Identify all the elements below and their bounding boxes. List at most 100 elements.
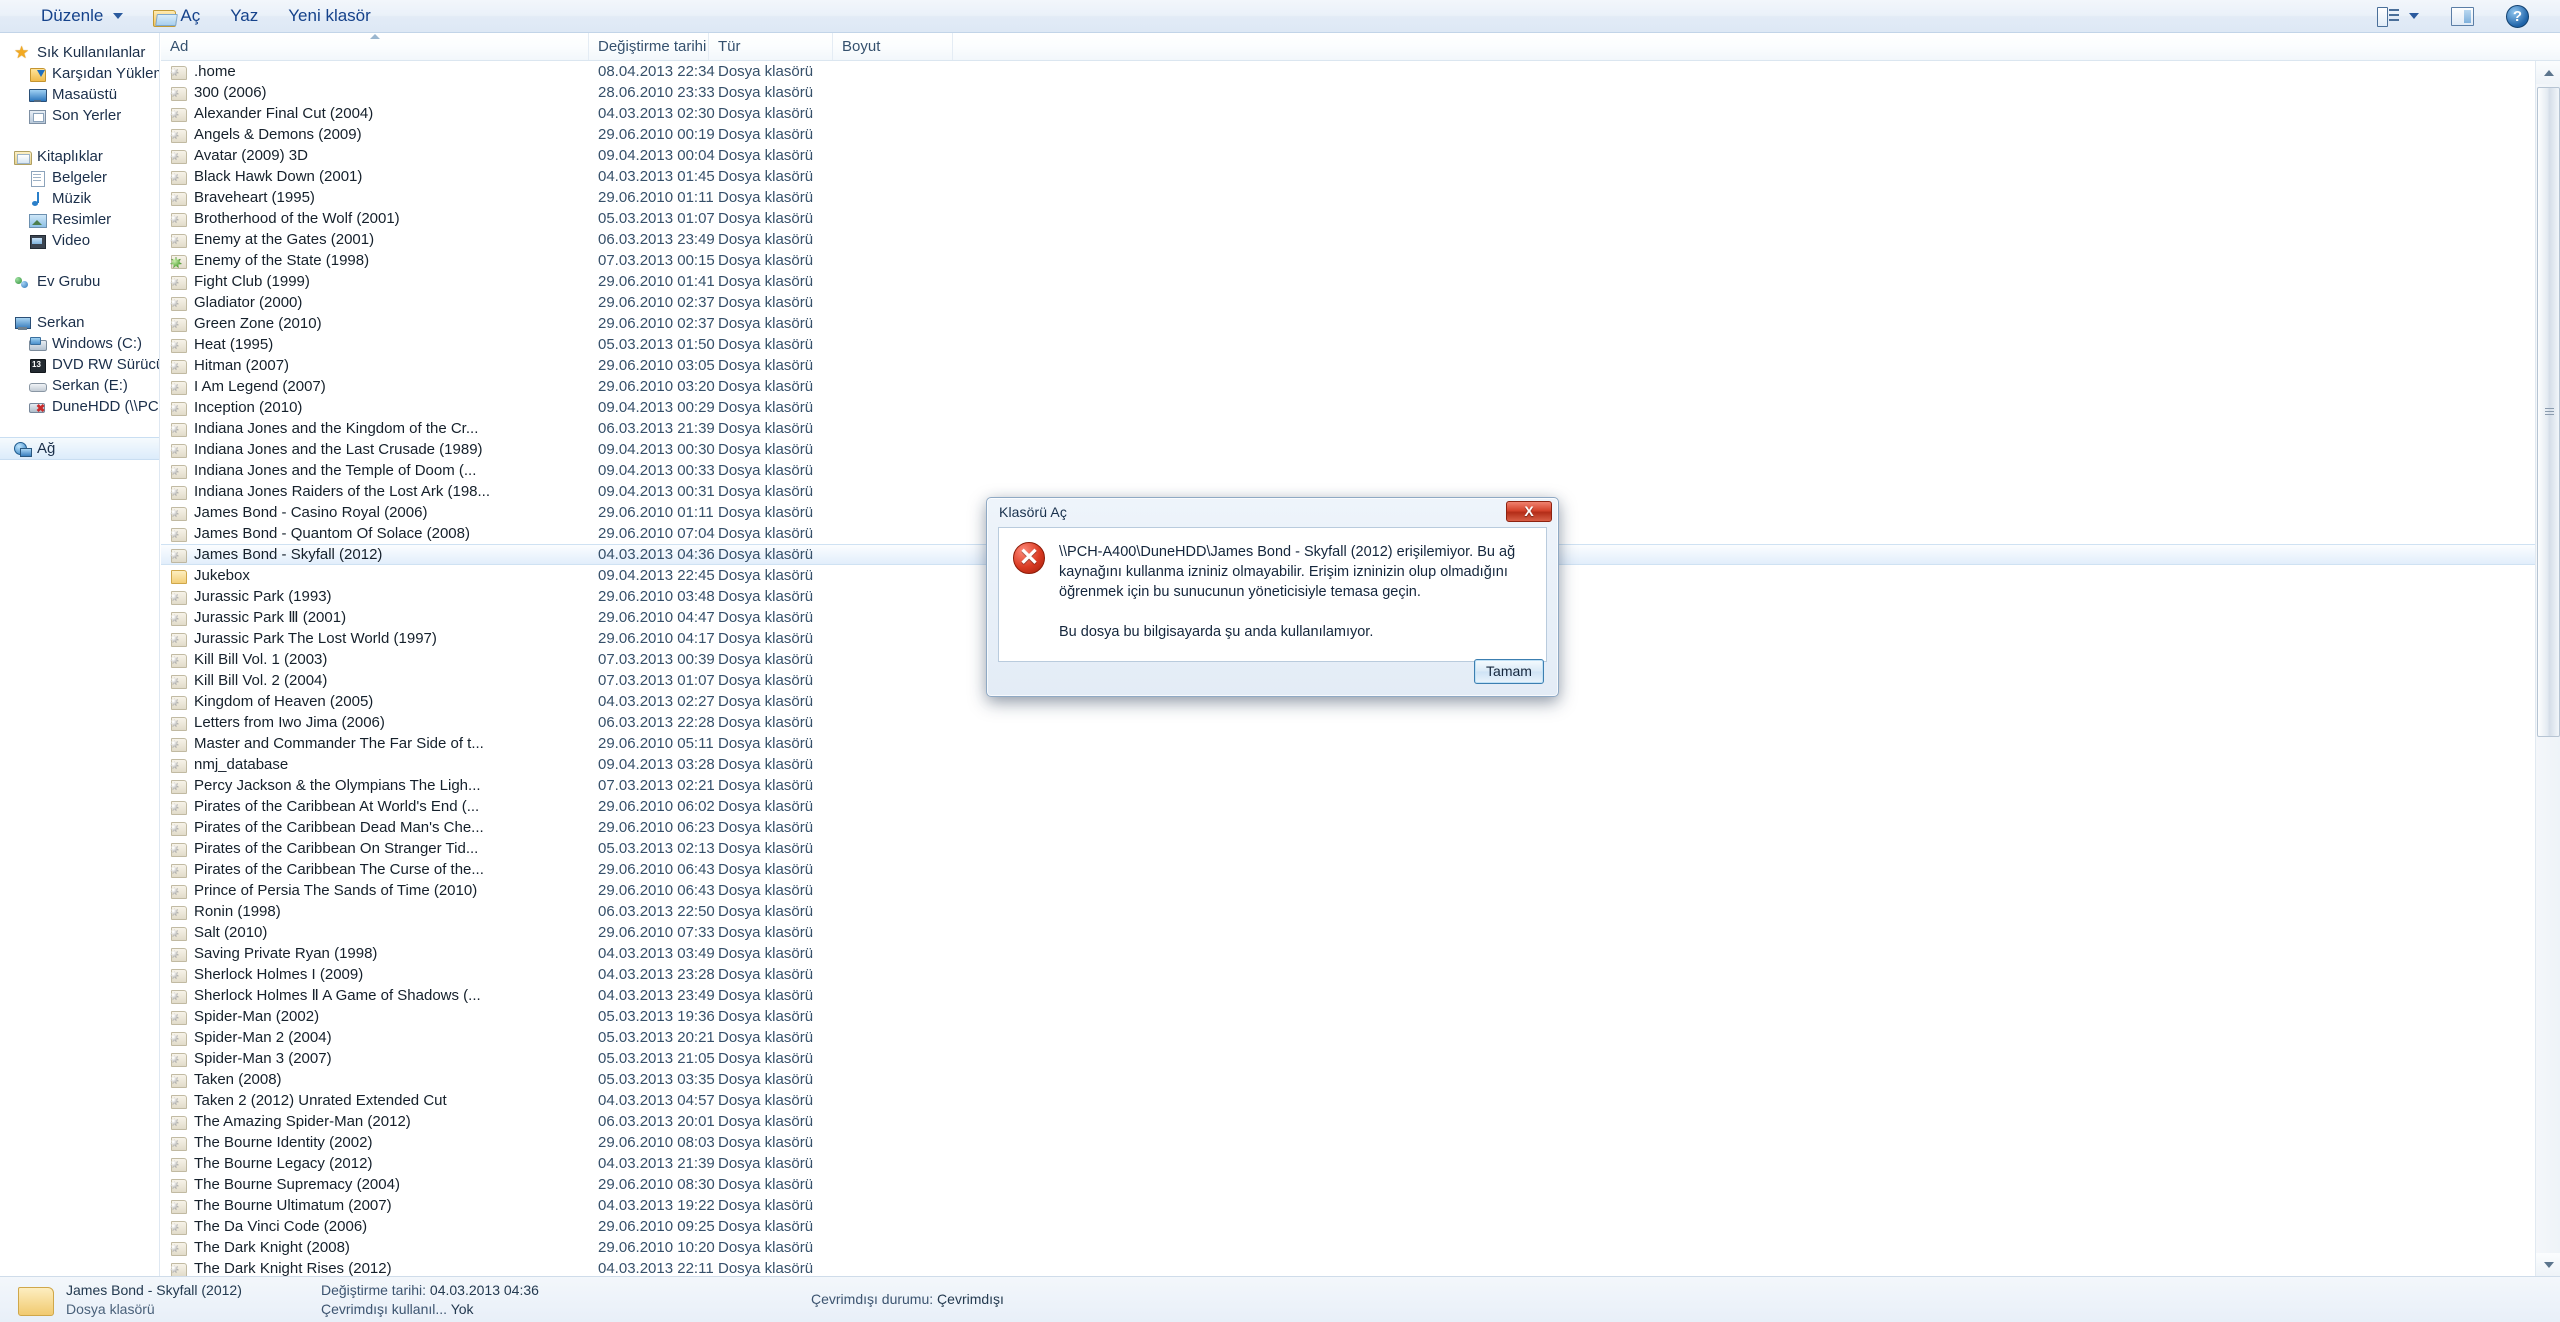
sidebar-item-masa-st-[interactable]: Masaüstü	[0, 84, 159, 105]
table-row[interactable]: I Am Legend (2007) 29.06.2010 03:20 Dosya …	[161, 376, 2560, 397]
open-button[interactable]: Aç	[140, 3, 213, 29]
sidebar-item-resimler[interactable]: Resimler	[0, 209, 159, 230]
table-row[interactable]: Letters from Iwo Jima (2006) 06.03.2013 2…	[161, 712, 2560, 733]
help-button[interactable]: ?	[2493, 3, 2542, 29]
dialog-body: ✕ \\PCH-A400\DuneHDD\James Bond - Skyfal…	[998, 527, 1547, 662]
preview-pane-button[interactable]	[2438, 3, 2487, 29]
table-row[interactable]: Master and Commander The Far Side of t..…	[161, 733, 2560, 754]
table-row[interactable]: The Da Vinci Code (2006) 29.06.2010 09:25…	[161, 1216, 2560, 1237]
table-row[interactable]: Inception (2010) 09.04.2013 00:29 Dosya kl…	[161, 397, 2560, 418]
sidebar-item-m-zik[interactable]: Müzik	[0, 188, 159, 209]
file-type-cell: Dosya klasörü	[718, 840, 814, 857]
sidebar-item-kar-dan-y-klemeler[interactable]: Karşıdan Yüklemeler	[0, 63, 159, 84]
table-row[interactable]: Sherlock Holmes I (2009) 04.03.2013 23:28…	[161, 964, 2560, 985]
table-row[interactable]: Indiana Jones and the Kingdom of the Cr.…	[161, 418, 2560, 439]
shared-folder-icon	[170, 547, 187, 563]
column-header-ad[interactable]: Ad	[161, 33, 589, 60]
sidebar-item-video[interactable]: Video	[0, 230, 159, 251]
table-row[interactable]: The Bourne Supremacy (2004) 29.06.2010 08…	[161, 1174, 2560, 1195]
table-row[interactable]: The Amazing Spider-Man (2012) 06.03.2013 …	[161, 1111, 2560, 1132]
column-header-t-r[interactable]: Tür	[709, 33, 833, 60]
table-row[interactable]: Indiana Jones and the Last Crusade (1989…	[161, 439, 2560, 460]
table-row[interactable]: Braveheart (1995) 29.06.2010 01:11 Dosya k…	[161, 187, 2560, 208]
file-name-cell: Hitman (2007)	[170, 355, 289, 376]
sidebar-item-belgeler[interactable]: Belgeler	[0, 167, 159, 188]
shared-folder-icon	[170, 526, 187, 542]
file-type-cell: Dosya klasörü	[718, 378, 814, 395]
table-row[interactable]: Taken 2 (2012) Unrated Extended Cut 04.03…	[161, 1090, 2560, 1111]
shared-folder-icon	[170, 274, 187, 290]
sidebar-item-dunehdd-pch-a[interactable]: DuneHDD (\\PCH-A	[0, 396, 159, 417]
sidebar-item-s-k-kullan-lanlar[interactable]: ★ Sık Kullanılanlar	[0, 42, 159, 63]
scroll-up-button[interactable]	[2536, 61, 2560, 84]
table-row[interactable]: Angels & Demons (2009) 29.06.2010 00:19 Do…	[161, 124, 2560, 145]
table-row[interactable]: Percy Jackson & the Olympians The Ligh..…	[161, 775, 2560, 796]
file-date-cell: 05.03.2013 02:13	[598, 840, 715, 857]
sidebar-item-serkan-e-[interactable]: Serkan (E:)	[0, 375, 159, 396]
table-row[interactable]: The Dark Knight Rises (2012) 04.03.2013 2…	[161, 1258, 2560, 1276]
table-row[interactable]: Indiana Jones and the Temple of Doom (..…	[161, 460, 2560, 481]
file-name-cell: Angels & Demons (2009)	[170, 124, 362, 145]
table-row[interactable]: The Bourne Identity (2002) 29.06.2010 08:…	[161, 1132, 2560, 1153]
file-name-label: The Bourne Ultimatum (2007)	[194, 1197, 392, 1214]
sidebar-item-label: Müzik	[52, 190, 92, 207]
navigation-pane[interactable]: ★ Sık Kullanılanlar Karşıdan Yüklemeler Mas…	[0, 33, 160, 1276]
table-row[interactable]: Spider-Man 3 (2007) 05.03.2013 21:05 Dosya…	[161, 1048, 2560, 1069]
table-row[interactable]: Sherlock Holmes Ⅱ A Game of Shadows (...…	[161, 985, 2560, 1006]
file-type-cell: Dosya klasörü	[718, 210, 814, 227]
column-header-boyut[interactable]: Boyut	[833, 33, 953, 60]
sidebar-item-dvd-rw-s-r-c-s-d[interactable]: DVD RW Sürücüsü (D	[0, 354, 159, 375]
table-row[interactable]: Pirates of the Caribbean Dead Man's Che.…	[161, 817, 2560, 838]
ok-button[interactable]: Tamam	[1474, 659, 1544, 684]
table-row[interactable]: nmj_database 09.04.2013 03:28 Dosya klasör…	[161, 754, 2560, 775]
table-row[interactable]: Black Hawk Down (2001) 04.03.2013 01:45 Do…	[161, 166, 2560, 187]
table-row[interactable]: Pirates of the Caribbean The Curse of th…	[161, 859, 2560, 880]
dialog-message-line1: \\PCH-A400\DuneHDD\James Bond - Skyfall …	[1059, 544, 1516, 600]
table-row[interactable]: 300 (2006) 28.06.2010 23:33 Dosya klasörü	[161, 82, 2560, 103]
sidebar-item-son-yerler[interactable]: Son Yerler	[0, 105, 159, 126]
new-folder-button[interactable]: Yeni klasör	[275, 3, 384, 29]
sidebar-item-ev-grubu[interactable]: Ev Grubu	[0, 271, 159, 292]
scroll-down-button[interactable]	[2536, 1253, 2560, 1276]
views-button[interactable]	[2364, 3, 2432, 29]
table-row[interactable]: The Bourne Ultimatum (2007) 04.03.2013 19…	[161, 1195, 2560, 1216]
table-row[interactable]: Heat (1995) 05.03.2013 01:50 Dosya klasörü	[161, 334, 2560, 355]
table-row[interactable]: Fight Club (1999) 29.06.2010 01:41 Dosya k…	[161, 271, 2560, 292]
table-row[interactable]: Avatar (2009) 3D 09.04.2013 00:04 Dosya kl…	[161, 145, 2560, 166]
pictures-icon	[29, 212, 47, 228]
sidebar-item-a-[interactable]: Ağ	[0, 437, 159, 460]
table-row[interactable]: Taken (2008) 05.03.2013 03:35 Dosya klasör…	[161, 1069, 2560, 1090]
table-row[interactable]: Alexander Final Cut (2004) 04.03.2013 02:…	[161, 103, 2560, 124]
table-row[interactable]: Spider-Man (2002) 05.03.2013 19:36 Dosya k…	[161, 1006, 2560, 1027]
scrollbar-thumb[interactable]	[2537, 87, 2560, 737]
organize-button[interactable]: Düzenle	[28, 3, 136, 29]
table-row[interactable]: Pirates of the Caribbean On Stranger Tid…	[161, 838, 2560, 859]
table-row[interactable]: Spider-Man 2 (2004) 05.03.2013 20:21 Dosya…	[161, 1027, 2560, 1048]
table-row[interactable]: Enemy at the Gates (2001) 06.03.2013 23:4…	[161, 229, 2560, 250]
sidebar-item-kitapl-klar[interactable]: Kitaplıklar	[0, 146, 159, 167]
table-row[interactable]: Gladiator (2000) 29.06.2010 02:37 Dosya kl…	[161, 292, 2560, 313]
column-header-de-i-tirme-tarihi[interactable]: Değiştirme tarihi	[589, 33, 709, 60]
burn-button[interactable]: Yaz	[217, 3, 271, 29]
table-row[interactable]: The Dark Knight (2008) 29.06.2010 10:20 Do…	[161, 1237, 2560, 1258]
chevron-down-icon	[113, 13, 124, 19]
table-row[interactable]: Salt (2010) 29.06.2010 07:33 Dosya klasörü	[161, 922, 2560, 943]
table-row[interactable]: Hitman (2007) 29.06.2010 03:05 Dosya klasö…	[161, 355, 2560, 376]
sidebar-item-serkan[interactable]: Serkan	[0, 312, 159, 333]
table-row[interactable]: Brotherhood of the Wolf (2001) 05.03.2013…	[161, 208, 2560, 229]
table-row[interactable]: .home 08.04.2013 22:34 Dosya klasörü	[161, 61, 2560, 82]
vertical-scrollbar[interactable]	[2535, 61, 2560, 1276]
table-row[interactable]: Green Zone (2010) 29.06.2010 02:37 Dosya k…	[161, 313, 2560, 334]
file-name-label: Taken 2 (2012) Unrated Extended Cut	[194, 1092, 447, 1109]
column-header-row[interactable]: Ad Değiştirme tarihi Tür Boyut	[161, 33, 2560, 61]
table-row[interactable]: The Bourne Legacy (2012) 04.03.2013 21:39…	[161, 1153, 2560, 1174]
table-row[interactable]: Prince of Persia The Sands of Time (2010…	[161, 880, 2560, 901]
file-name-label: Pirates of the Caribbean On Stranger Tid…	[194, 840, 479, 857]
table-row[interactable]: Pirates of the Caribbean At World's End …	[161, 796, 2560, 817]
table-row[interactable]: Ronin (1998) 06.03.2013 22:50 Dosya klasör…	[161, 901, 2560, 922]
table-row[interactable]: Saving Private Ryan (1998) 04.03.2013 03:…	[161, 943, 2560, 964]
table-row[interactable]: Enemy of the State (1998) 07.03.2013 00:1…	[161, 250, 2560, 271]
sidebar-item-windows-c-[interactable]: Windows (C:)	[0, 333, 159, 354]
file-date-cell: 29.06.2010 01:11	[598, 189, 714, 206]
close-icon[interactable]: X	[1506, 501, 1552, 522]
